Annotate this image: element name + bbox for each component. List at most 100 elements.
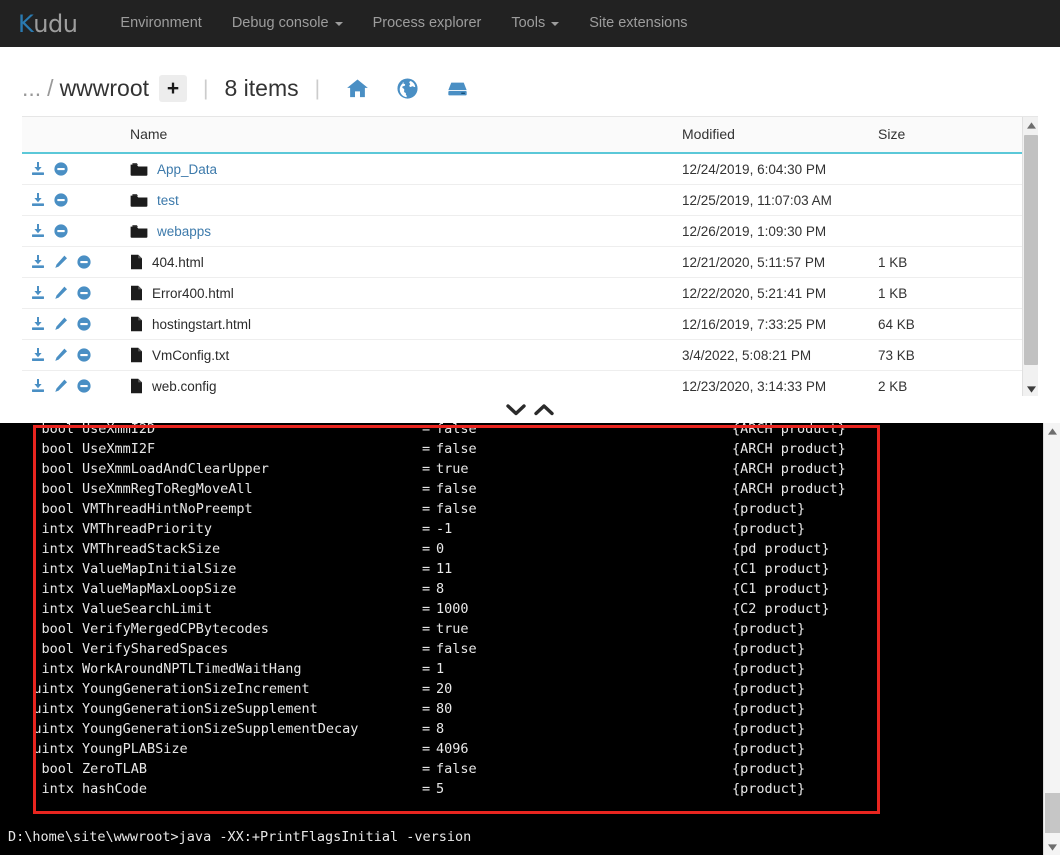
table-row[interactable]: test12/25/2019, 11:07:03 AM xyxy=(22,185,1022,216)
download-icon[interactable] xyxy=(30,223,46,239)
col-header-name[interactable]: Name xyxy=(130,117,682,153)
file-name-link[interactable]: web.config xyxy=(152,379,217,394)
file-icon xyxy=(130,285,143,301)
file-name-link[interactable]: hostingstart.html xyxy=(152,317,251,332)
kudu-logo[interactable]: Kudu xyxy=(18,10,77,38)
nav-item-process-explorer[interactable]: Process explorer xyxy=(358,0,497,47)
console-kind: {product} xyxy=(732,659,805,679)
file-name-link[interactable]: webapps xyxy=(157,224,211,239)
delete-icon[interactable] xyxy=(76,378,92,394)
row-size-cell: 1 KB xyxy=(878,247,1022,278)
console-eq: = xyxy=(422,499,436,519)
console-resize-controls xyxy=(0,396,1060,423)
row-name-cell: 404.html xyxy=(130,247,682,278)
console-kind: {product} xyxy=(732,499,805,519)
nav-item-environment[interactable]: Environment xyxy=(105,0,216,47)
console-kind: {product} xyxy=(732,679,805,699)
debug-console-panel[interactable]: boolUseXmmI2D=false{ARCH product}boolUse… xyxy=(0,423,1060,855)
top-navbar: Kudu Environment Debug console Process e… xyxy=(0,0,1060,47)
download-icon[interactable] xyxy=(30,316,46,332)
edit-icon[interactable] xyxy=(53,378,69,394)
file-table-scrollbar-thumb[interactable] xyxy=(1024,135,1038,365)
edit-icon[interactable] xyxy=(53,254,69,270)
col-header-size[interactable]: Size xyxy=(878,117,1022,153)
breadcrumb-current-folder: wwwroot xyxy=(60,75,149,102)
console-type: intx xyxy=(0,599,74,619)
col-header-modified[interactable]: Modified xyxy=(682,117,878,153)
table-row[interactable]: Error400.html12/22/2020, 5:21:41 PM1 KB xyxy=(22,278,1022,309)
nav-label-debug-console: Debug console xyxy=(232,0,329,47)
home-icon[interactable] xyxy=(340,77,374,100)
delete-icon[interactable] xyxy=(76,316,92,332)
console-value: 5 xyxy=(436,779,732,799)
logo-rest: udu xyxy=(33,10,77,38)
delete-icon[interactable] xyxy=(53,223,69,239)
console-output-line: uintxYoungPLABSize=4096{product} xyxy=(0,739,1043,759)
breadcrumb-parent-link[interactable]: ... xyxy=(22,75,41,102)
table-row[interactable]: VmConfig.txt3/4/2022, 5:08:21 PM73 KB xyxy=(22,340,1022,371)
delete-icon[interactable] xyxy=(53,161,69,177)
file-table-scrollbar[interactable] xyxy=(1022,117,1038,396)
delete-icon[interactable] xyxy=(76,254,92,270)
row-actions-cell xyxy=(22,309,130,340)
file-name-link[interactable]: VmConfig.txt xyxy=(152,348,229,363)
row-size-cell: 64 KB xyxy=(878,309,1022,340)
file-name-link[interactable]: App_Data xyxy=(157,162,217,177)
edit-icon[interactable] xyxy=(53,316,69,332)
file-name-link[interactable]: 404.html xyxy=(152,255,204,270)
console-prompt-line[interactable]: D:\home\site\wwwroot>java -XX:+PrintFlag… xyxy=(0,829,471,845)
console-flag: YoungGenerationSizeSupplement xyxy=(74,699,422,719)
console-scrollbar[interactable] xyxy=(1043,423,1060,855)
nav-item-site-extensions[interactable]: Site extensions xyxy=(574,0,702,47)
console-type: bool xyxy=(0,459,74,479)
console-value: 80 xyxy=(436,699,732,719)
console-scroll-up-arrow-icon[interactable] xyxy=(1044,423,1060,439)
console-value: false xyxy=(436,439,732,459)
chevron-up-icon[interactable] xyxy=(533,402,555,417)
download-icon[interactable] xyxy=(30,254,46,270)
download-icon[interactable] xyxy=(30,161,46,177)
console-output-line: boolVerifySharedSpaces=false{product} xyxy=(0,639,1043,659)
console-kind: {product} xyxy=(732,519,805,539)
edit-icon[interactable] xyxy=(53,347,69,363)
drive-icon[interactable] xyxy=(440,78,474,100)
row-actions-cell xyxy=(22,216,130,247)
console-output-line: boolUseXmmI2F=false{ARCH product} xyxy=(0,439,1043,459)
download-icon[interactable] xyxy=(30,285,46,301)
file-table-body: App_Data 12/24/2019, 6:04:30 PMtest12/25/… xyxy=(22,153,1022,396)
row-actions-cell xyxy=(22,340,130,371)
console-output-region[interactable]: boolUseXmmI2D=false{ARCH product}boolUse… xyxy=(0,423,1043,855)
nav-item-tools[interactable]: Tools xyxy=(496,0,574,47)
download-icon[interactable] xyxy=(30,378,46,394)
scroll-up-arrow-icon[interactable] xyxy=(1023,117,1038,133)
download-icon[interactable] xyxy=(30,192,46,208)
row-modified-cell: 12/24/2019, 6:04:30 PM xyxy=(682,153,878,185)
console-kind: {pd product} xyxy=(732,539,830,559)
row-name-cell: VmConfig.txt xyxy=(130,340,682,371)
row-actions-cell xyxy=(22,247,130,278)
console-scrollbar-thumb[interactable] xyxy=(1045,793,1060,833)
delete-icon[interactable] xyxy=(53,192,69,208)
table-row[interactable]: 404.html12/21/2020, 5:11:57 PM1 KB xyxy=(22,247,1022,278)
file-icon xyxy=(130,254,143,270)
scroll-down-arrow-icon[interactable] xyxy=(1023,381,1038,396)
delete-icon[interactable] xyxy=(76,347,92,363)
table-row[interactable]: web.config12/23/2020, 3:14:33 PM2 KB xyxy=(22,371,1022,397)
chevron-down-icon[interactable] xyxy=(505,402,527,417)
nav-item-debug-console[interactable]: Debug console xyxy=(217,0,358,47)
table-row[interactable]: App_Data 12/24/2019, 6:04:30 PM xyxy=(22,153,1022,185)
globe-icon[interactable] xyxy=(390,77,424,100)
add-file-button[interactable]: + xyxy=(159,75,187,102)
console-output-line: boolVMThreadHintNoPreempt=false{product} xyxy=(0,499,1043,519)
folder-icon xyxy=(130,224,148,239)
table-row[interactable]: webapps12/26/2019, 1:09:30 PM xyxy=(22,216,1022,247)
delete-icon[interactable] xyxy=(76,285,92,301)
edit-icon[interactable] xyxy=(53,285,69,301)
console-scroll-down-arrow-icon[interactable] xyxy=(1044,839,1060,855)
file-name-link[interactable]: test xyxy=(157,193,179,208)
console-output-line: intxValueMapMaxLoopSize=8{C1 product} xyxy=(0,579,1043,599)
console-type: intx xyxy=(0,559,74,579)
download-icon[interactable] xyxy=(30,347,46,363)
file-name-link[interactable]: Error400.html xyxy=(152,286,234,301)
table-row[interactable]: hostingstart.html12/16/2019, 7:33:25 PM6… xyxy=(22,309,1022,340)
